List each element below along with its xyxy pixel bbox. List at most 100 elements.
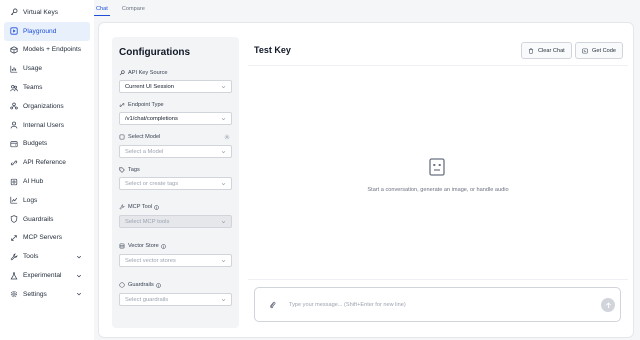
sidebar-item-teams[interactable]: Teams — [4, 78, 90, 97]
tab-bar: Chat Compare — [94, 0, 640, 16]
sidebar-item-label: MCP Servers — [23, 234, 63, 242]
sidebar-item-internal-users[interactable]: Internal Users — [4, 116, 90, 135]
sidebar-item-budgets[interactable]: Budgets — [4, 135, 90, 154]
empty-state-text: Start a conversation, generate an image,… — [367, 187, 509, 193]
sidebar-item-label: Organizations — [23, 102, 64, 110]
sidebar-item-organizations[interactable]: Organizations — [4, 97, 90, 116]
organization-icon — [9, 102, 18, 111]
info-icon[interactable] — [161, 243, 166, 249]
wallet-icon — [9, 139, 18, 148]
sidebar-item-tools[interactable]: Tools — [4, 247, 90, 266]
teams-icon — [9, 83, 18, 92]
shield-icon — [9, 215, 18, 224]
chevron-down-icon — [76, 255, 82, 259]
select-model-label: Select Model — [119, 134, 160, 140]
sidebar-item-label: Settings — [23, 290, 47, 298]
sidebar-item-label: Virtual Keys — [23, 8, 59, 16]
cube-icon — [9, 45, 18, 54]
composer-divider — [248, 279, 628, 280]
sidebar-item-mcp-servers[interactable]: MCP Servers — [4, 229, 90, 248]
sidebar: Virtual Keys Playground Models + Endpoin… — [0, 0, 94, 340]
bar-chart-icon — [9, 64, 18, 73]
main-area: Chat Compare Configurations API Key Sour… — [94, 0, 640, 340]
database-icon — [119, 243, 125, 249]
configurations-panel: Configurations API Key Source Current UI… — [112, 37, 239, 328]
api-key-source-select[interactable]: Current UI Session — [119, 80, 232, 93]
configurations-title: Configurations — [119, 47, 191, 58]
server-icon — [9, 233, 18, 242]
sidebar-item-logs[interactable]: Logs — [4, 191, 90, 210]
sidebar-item-virtual-keys[interactable]: Virtual Keys — [4, 3, 90, 22]
api-icon — [9, 158, 18, 167]
tools-icon — [119, 204, 125, 210]
guardrails-label: Guardrails — [119, 282, 161, 288]
chevron-down-icon — [221, 84, 226, 89]
guardrails-select[interactable]: Select guardrails — [119, 293, 232, 306]
sidebar-item-settings[interactable]: Settings — [4, 285, 90, 304]
sidebar-item-models-endpoints[interactable]: Models + Endpoints — [4, 41, 90, 60]
sidebar-item-label: Playground — [23, 27, 57, 35]
sidebar-item-label: AI Hub — [23, 178, 44, 186]
mcp-tool-label: MCP Tool — [119, 204, 159, 210]
sidebar-item-label: API Reference — [23, 159, 66, 167]
sidebar-item-label: Experimental — [23, 272, 62, 280]
vector-store-select[interactable]: Select vector stores — [119, 254, 232, 267]
sidebar-item-guardrails[interactable]: Guardrails — [4, 210, 90, 229]
tags-select[interactable]: Select or create tags — [119, 177, 232, 190]
sidebar-item-label: Guardrails — [23, 215, 54, 223]
select-model-dropdown[interactable]: Select a Model — [119, 145, 232, 158]
tools-icon — [9, 252, 18, 261]
chevron-down-icon — [76, 274, 82, 277]
sidebar-item-api-reference[interactable]: API Reference — [4, 153, 90, 172]
sidebar-item-label: Budgets — [23, 140, 48, 148]
key-icon — [119, 70, 125, 76]
chevron-down-icon — [221, 258, 226, 263]
api-key-source-label: API Key Source — [119, 70, 168, 76]
sidebar-item-label: Models + Endpoints — [23, 46, 82, 54]
endpoint-type-select[interactable]: /v1/chat/completions — [119, 112, 232, 125]
info-icon[interactable] — [154, 204, 159, 210]
sidebar-item-label: Internal Users — [23, 121, 65, 129]
sidebar-item-ai-hub[interactable]: AI Hub — [4, 172, 90, 191]
code-icon — [582, 48, 588, 54]
message-composer — [254, 287, 621, 322]
chevron-down-icon — [76, 293, 82, 296]
clear-chat-button[interactable]: Clear Chat — [521, 42, 572, 59]
chevron-down-icon — [221, 219, 226, 224]
hub-icon — [9, 177, 18, 186]
shield-icon — [119, 282, 125, 288]
tab-chat[interactable]: Chat — [94, 2, 110, 16]
user-icon — [9, 121, 18, 130]
send-button[interactable] — [601, 298, 615, 312]
chevron-down-icon — [221, 149, 226, 154]
tags-label: Tags — [119, 167, 140, 173]
sidebar-item-label: Tools — [23, 253, 39, 261]
paperclip-icon[interactable] — [269, 301, 276, 309]
chat-title: Test Key — [254, 45, 291, 55]
mcp-tool-select[interactable]: Select MCP tools — [119, 215, 232, 228]
model-settings-icon[interactable] — [224, 134, 230, 140]
vector-store-label: Vector Store — [119, 243, 166, 249]
arrow-up-icon — [605, 301, 611, 308]
chevron-down-icon — [221, 297, 226, 302]
flask-icon — [9, 271, 18, 280]
get-code-button[interactable]: Get Code — [575, 42, 623, 59]
logs-icon — [9, 196, 18, 205]
sidebar-item-label: Logs — [23, 196, 38, 204]
tab-compare[interactable]: Compare — [120, 2, 147, 16]
link-icon — [119, 102, 125, 108]
model-icon — [119, 134, 125, 140]
robot-icon — [429, 158, 445, 176]
info-icon[interactable] — [156, 282, 161, 288]
sidebar-item-experimental[interactable]: Experimental — [4, 266, 90, 285]
sidebar-item-usage[interactable]: Usage — [4, 59, 90, 78]
message-input[interactable] — [289, 298, 589, 312]
gear-icon — [9, 290, 18, 299]
sidebar-item-playground[interactable]: Playground — [4, 21, 90, 41]
trash-icon — [528, 47, 534, 54]
header-divider — [248, 65, 628, 66]
play-icon — [9, 27, 18, 36]
sidebar-item-label: Teams — [23, 84, 43, 92]
chevron-down-icon — [221, 116, 226, 121]
chevron-down-icon — [221, 181, 226, 186]
